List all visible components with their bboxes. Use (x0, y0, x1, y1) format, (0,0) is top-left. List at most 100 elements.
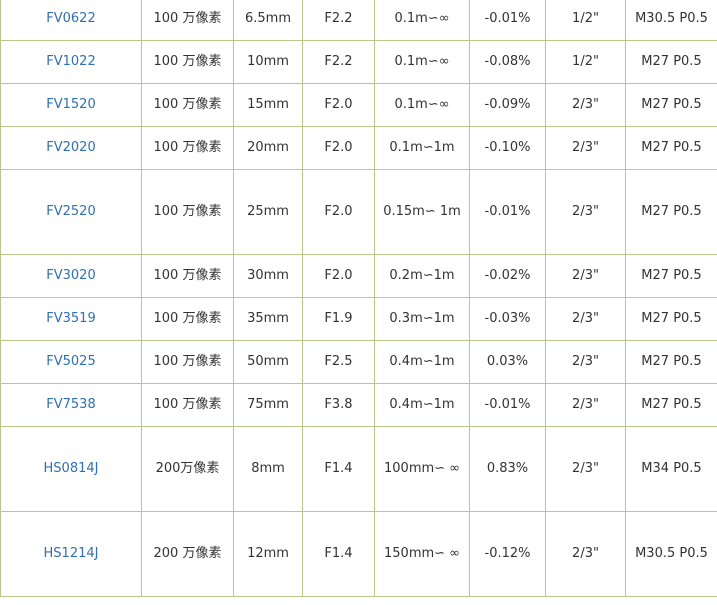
model-cell[interactable]: FV5025 (0, 340, 142, 384)
mount-cell: M27 P0.5 (625, 297, 717, 341)
sensor-size-cell: 2/3" (545, 297, 626, 341)
aperture-cell: F2.0 (302, 83, 375, 127)
resolution-cell: 100 万像素 (141, 340, 234, 384)
resolution-cell: 100 万像素 (141, 254, 234, 298)
resolution-cell: 200万像素 (141, 426, 234, 512)
distortion-cell: -0.01% (469, 383, 546, 427)
model-cell[interactable]: FV3519 (0, 297, 142, 341)
distortion-cell: -0.03% (469, 297, 546, 341)
focal-length-cell: 30mm (233, 254, 303, 298)
mount-cell: M34 P0.5 (625, 426, 717, 512)
focal-length-cell: 12mm (233, 511, 303, 597)
working-distance-cell: 0.3m∽1m (374, 297, 470, 341)
working-distance-cell: 0.2m∽1m (374, 254, 470, 298)
focal-length-cell: 20mm (233, 126, 303, 170)
resolution-cell: 100 万像素 (141, 40, 234, 84)
aperture-cell: F2.5 (302, 340, 375, 384)
mount-cell: M27 P0.5 (625, 40, 717, 84)
working-distance-cell: 0.1m∽∞ (374, 40, 470, 84)
focal-length-cell: 75mm (233, 383, 303, 427)
model-cell[interactable]: FV7538 (0, 383, 142, 427)
mount-cell: M30.5 P0.5 (625, 0, 717, 41)
resolution-cell: 100 万像素 (141, 83, 234, 127)
aperture-cell: F1.9 (302, 297, 375, 341)
focal-length-cell: 25mm (233, 169, 303, 255)
mount-cell: M30.5 P0.5 (625, 511, 717, 597)
aperture-cell: F2.0 (302, 126, 375, 170)
aperture-cell: F1.4 (302, 511, 375, 597)
working-distance-cell: 0.1m∽∞ (374, 0, 470, 41)
aperture-cell: F2.0 (302, 254, 375, 298)
model-cell[interactable]: FV1520 (0, 83, 142, 127)
working-distance-cell: 0.1m∽∞ (374, 83, 470, 127)
mount-cell: M27 P0.5 (625, 254, 717, 298)
resolution-cell: 200 万像素 (141, 511, 234, 597)
model-cell[interactable]: FV3020 (0, 254, 142, 298)
focal-length-cell: 50mm (233, 340, 303, 384)
model-link[interactable]: FV3519 (46, 311, 95, 326)
distortion-cell: -0.10% (469, 126, 546, 170)
mount-cell: M27 P0.5 (625, 126, 717, 170)
model-cell[interactable]: FV2520 (0, 169, 142, 255)
distortion-cell: -0.08% (469, 40, 546, 84)
distortion-cell: -0.09% (469, 83, 546, 127)
model-link[interactable]: FV2020 (46, 140, 95, 155)
resolution-cell: 100 万像素 (141, 297, 234, 341)
working-distance-cell: 150mm∽ ∞ (374, 511, 470, 597)
sensor-size-cell: 2/3" (545, 83, 626, 127)
sensor-size-cell: 2/3" (545, 254, 626, 298)
sensor-size-cell: 2/3" (545, 126, 626, 170)
model-cell[interactable]: HS0814J (0, 426, 142, 512)
model-link[interactable]: FV1022 (46, 54, 95, 69)
table-row: HS0814J 200万像素 8mm F1.4 100mm∽ ∞ 0.83% 2… (0, 426, 717, 512)
mount-cell: M27 P0.5 (625, 169, 717, 255)
mount-cell: M27 P0.5 (625, 340, 717, 384)
aperture-cell: F2.2 (302, 0, 375, 41)
model-cell[interactable]: FV0622 (0, 0, 142, 41)
table-row: FV2020 100 万像素 20mm F2.0 0.1m∽1m -0.10% … (0, 126, 717, 170)
aperture-cell: F2.0 (302, 169, 375, 255)
sensor-size-cell: 1/2" (545, 40, 626, 84)
model-link[interactable]: FV7538 (46, 397, 95, 412)
working-distance-cell: 0.1m∽1m (374, 126, 470, 170)
working-distance-cell: 100mm∽ ∞ (374, 426, 470, 512)
model-link[interactable]: HS1214J (44, 546, 99, 561)
sensor-size-cell: 2/3" (545, 426, 626, 512)
resolution-cell: 100 万像素 (141, 126, 234, 170)
model-link[interactable]: FV0622 (46, 11, 95, 26)
model-cell[interactable]: FV1022 (0, 40, 142, 84)
model-link[interactable]: HS0814J (44, 461, 99, 476)
mount-cell: M27 P0.5 (625, 383, 717, 427)
sensor-size-cell: 2/3" (545, 169, 626, 255)
working-distance-cell: 0.4m∽1m (374, 340, 470, 384)
table-row: FV1520 100 万像素 15mm F2.0 0.1m∽∞ -0.09% 2… (0, 83, 717, 127)
lens-spec-table: FV0622 100 万像素 6.5mm F2.2 0.1m∽∞ -0.01% … (0, 0, 717, 597)
sensor-size-cell: 1/2" (545, 0, 626, 41)
table-row: FV1022 100 万像素 10mm F2.2 0.1m∽∞ -0.08% 1… (0, 40, 717, 84)
distortion-cell: -0.12% (469, 511, 546, 597)
focal-length-cell: 10mm (233, 40, 303, 84)
table-row: FV2520 100 万像素 25mm F2.0 0.15m∽ 1m -0.01… (0, 169, 717, 255)
model-link[interactable]: FV1520 (46, 97, 95, 112)
mount-cell: M27 P0.5 (625, 83, 717, 127)
working-distance-cell: 0.4m∽1m (374, 383, 470, 427)
table-row: FV0622 100 万像素 6.5mm F2.2 0.1m∽∞ -0.01% … (0, 0, 717, 41)
model-link[interactable]: FV3020 (46, 268, 95, 283)
model-link[interactable]: FV2520 (46, 204, 95, 219)
focal-length-cell: 8mm (233, 426, 303, 512)
aperture-cell: F1.4 (302, 426, 375, 512)
table-row: FV7538 100 万像素 75mm F3.8 0.4m∽1m -0.01% … (0, 383, 717, 427)
sensor-size-cell: 2/3" (545, 340, 626, 384)
resolution-cell: 100 万像素 (141, 169, 234, 255)
model-cell[interactable]: FV2020 (0, 126, 142, 170)
working-distance-cell: 0.15m∽ 1m (374, 169, 470, 255)
model-cell[interactable]: HS1214J (0, 511, 142, 597)
aperture-cell: F2.2 (302, 40, 375, 84)
table-row: FV5025 100 万像素 50mm F2.5 0.4m∽1m 0.03% 2… (0, 340, 717, 384)
sensor-size-cell: 2/3" (545, 511, 626, 597)
table-row: FV3519 100 万像素 35mm F1.9 0.3m∽1m -0.03% … (0, 297, 717, 341)
distortion-cell: -0.02% (469, 254, 546, 298)
resolution-cell: 100 万像素 (141, 383, 234, 427)
distortion-cell: -0.01% (469, 0, 546, 41)
model-link[interactable]: FV5025 (46, 354, 95, 369)
